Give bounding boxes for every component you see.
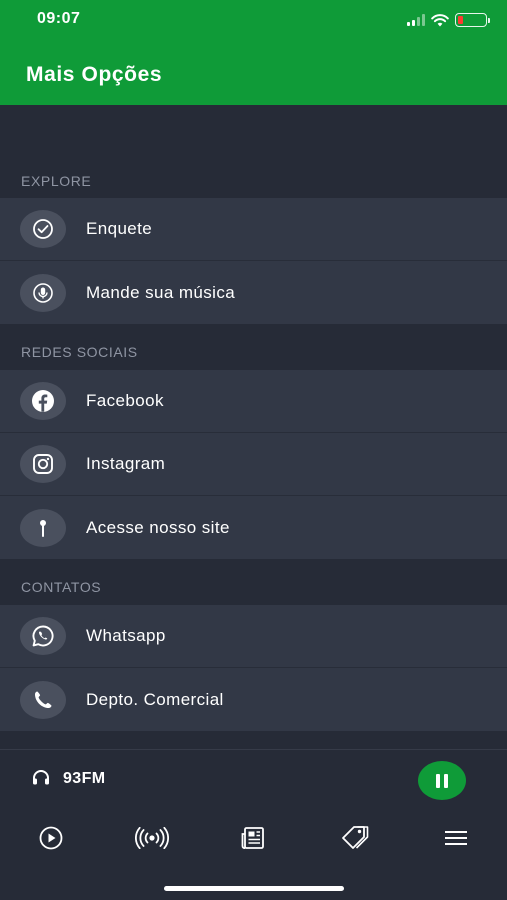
home-indicator [164,886,344,891]
pause-button[interactable] [418,761,466,800]
play-icon [39,826,63,850]
phone-icon [20,680,66,719]
section-header-redes-sociais: REDES SOCIAIS [21,344,138,360]
list-item-instagram[interactable]: Instagram [0,433,507,496]
section-header-contatos: CONTATOS [21,579,102,595]
item-label: Instagram [86,454,166,473]
tab-broadcast[interactable] [134,824,170,852]
list-item-enquete[interactable]: Enquete [0,198,507,261]
tab-tags[interactable] [337,824,373,852]
list-item-mande-sua-musica[interactable]: Mande sua música [0,261,507,324]
pause-icon-bar-left [436,773,440,788]
status-time: 09:07 [37,10,81,27]
whatsapp-icon [20,617,66,655]
item-label: Acesse nosso site [86,517,230,537]
list-item-whatsapp[interactable]: Whatsapp [0,605,507,668]
tab-news[interactable] [236,824,272,852]
list-item-facebook[interactable]: Facebook [0,370,507,433]
news-icon [241,827,264,849]
page-title: Mais Opções [26,63,163,86]
item-label: Whatsapp [86,626,166,645]
item-label: Mande sua música [86,282,236,302]
headphones-icon [33,770,49,785]
wifi-icon [431,13,449,26]
pin-icon [20,508,66,547]
list-item-depto-comercial[interactable]: Depto. Comercial [0,668,507,731]
broadcast-icon [135,827,169,849]
section-header-explore: EXPLORE [21,173,92,189]
battery-level [458,16,463,24]
item-label: Depto. Comercial [86,689,224,709]
tag-icon [342,826,369,849]
station-name: 93FM [63,770,106,787]
list-item-acesse-nosso-site[interactable]: Acesse nosso site [0,496,507,559]
instagram-icon [20,445,66,483]
facebook-icon [20,382,66,420]
section-list-redes-sociais: Facebook Instagram Acesse nosso site [0,370,507,559]
item-label: Enquete [86,219,153,238]
menu-icon [445,831,467,845]
app-header: 09:07 Mais Opções [0,0,507,105]
microphone-icon [20,273,66,312]
status-icons [407,13,490,27]
item-label: Facebook [86,391,164,410]
tab-player[interactable] [33,824,69,852]
mini-player[interactable]: 93FM [0,749,507,810]
tab-menu[interactable] [438,824,474,852]
check-circle-icon [20,210,66,248]
cellular-signal-icon [407,14,425,26]
section-list-explore: Enquete Mande sua música [0,198,507,324]
battery-icon [455,13,490,27]
pause-icon-bar-right [444,773,448,788]
section-list-contatos: Whatsapp Depto. Comercial [0,605,507,731]
